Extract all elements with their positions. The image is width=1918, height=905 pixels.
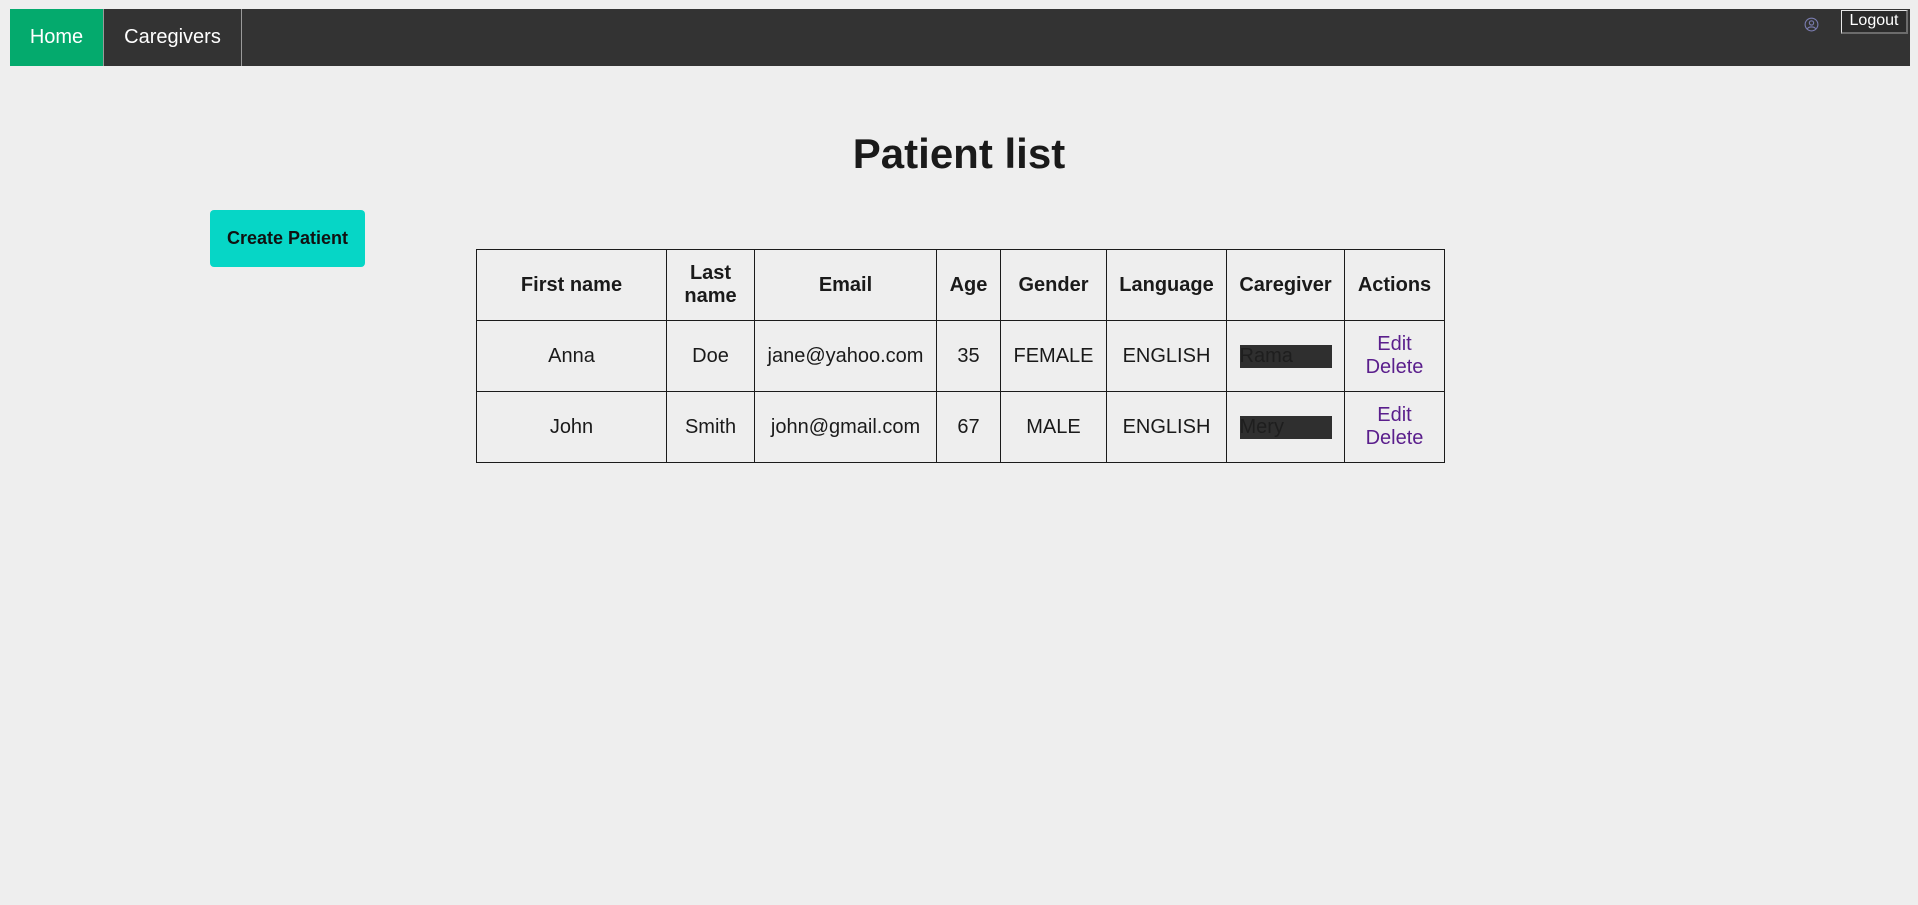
cell-age: 35	[936, 320, 1001, 392]
cell-email: john@gmail.com	[754, 391, 937, 463]
caregiver-select[interactable]: Mery	[1239, 415, 1332, 439]
caregiver-select[interactable]: Rama	[1239, 344, 1332, 368]
cell-caregiver: Rama	[1226, 320, 1345, 392]
logout-button[interactable]: Logout	[1841, 10, 1908, 34]
cell-gender: MALE	[1000, 391, 1107, 463]
create-patient-button[interactable]: Create Patient	[210, 210, 365, 267]
header-gender: Gender	[1000, 249, 1107, 321]
cell-last-name: Smith	[666, 391, 755, 463]
header-caregiver: Caregiver	[1226, 249, 1345, 321]
nav-caregivers[interactable]: Caregivers	[104, 9, 242, 66]
table-row: Anna Doe jane@yahoo.com 35 FEMALE ENGLIS…	[476, 320, 1445, 392]
cell-actions: Edit Delete	[1344, 320, 1445, 392]
patients-table: First name Last name Email Age Gender La…	[476, 249, 1445, 463]
cell-actions: Edit Delete	[1344, 391, 1445, 463]
cell-first-name: Anna	[476, 320, 667, 392]
edit-link[interactable]: Edit	[1357, 404, 1432, 427]
table-header-row: First name Last name Email Age Gender La…	[476, 249, 1445, 321]
user-circle-icon[interactable]	[1804, 17, 1819, 32]
header-first-name: First name	[476, 249, 667, 321]
delete-link[interactable]: Delete	[1357, 356, 1432, 379]
cell-caregiver: Mery	[1226, 391, 1345, 463]
header-actions: Actions	[1344, 249, 1445, 321]
edit-link[interactable]: Edit	[1357, 333, 1432, 356]
cell-age: 67	[936, 391, 1001, 463]
header-age: Age	[936, 249, 1001, 321]
nav-home[interactable]: Home	[10, 9, 104, 66]
header-last-name: Last name	[666, 249, 755, 321]
cell-email: jane@yahoo.com	[754, 320, 937, 392]
cell-language: ENGLISH	[1106, 320, 1227, 392]
cell-language: ENGLISH	[1106, 391, 1227, 463]
cell-gender: FEMALE	[1000, 320, 1107, 392]
table-row: John Smith john@gmail.com 67 MALE ENGLIS…	[476, 391, 1445, 463]
header-email: Email	[754, 249, 937, 321]
header-language: Language	[1106, 249, 1227, 321]
cell-last-name: Doe	[666, 320, 755, 392]
top-navbar: Home Caregivers	[10, 9, 1910, 66]
page-title: Patient list	[852, 130, 1066, 177]
delete-link[interactable]: Delete	[1357, 427, 1432, 450]
cell-first-name: John	[476, 391, 667, 463]
